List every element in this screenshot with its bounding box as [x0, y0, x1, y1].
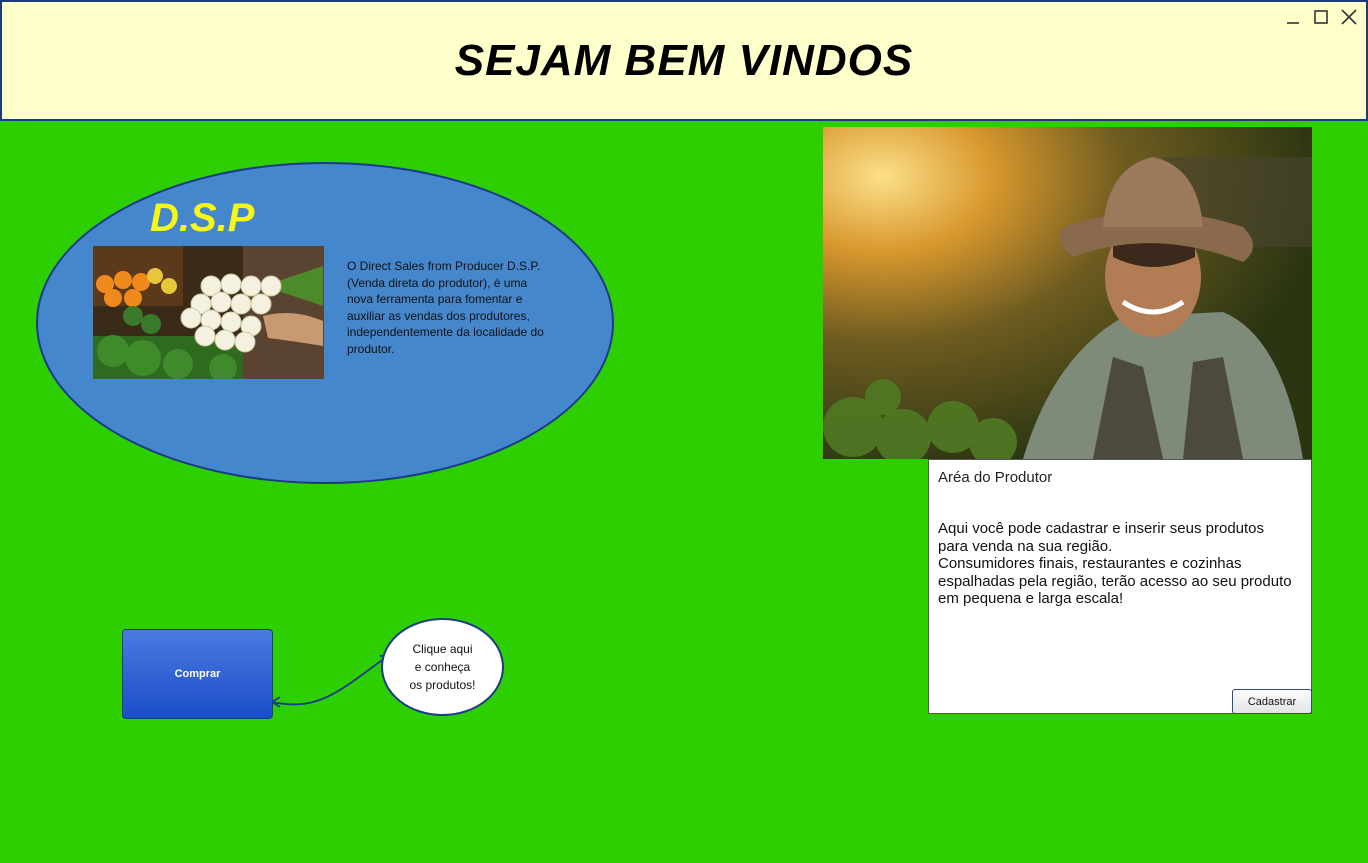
window-controls — [1282, 6, 1360, 28]
dsp-description: O Direct Sales from Producer D.S.P. (Ven… — [347, 259, 544, 356]
close-icon[interactable] — [1338, 6, 1360, 28]
producer-area-panel: Aréa do Produtor Aqui você pode cadastra… — [928, 459, 1312, 714]
minimize-icon[interactable] — [1282, 6, 1304, 28]
producer-area-text: Aqui você pode cadastrar e inserir seus … — [938, 520, 1298, 608]
buy-button[interactable]: Comprar — [122, 629, 273, 719]
bubble-line-2: e conheça — [414, 660, 471, 674]
bubble-line-1: Clique aqui — [412, 642, 473, 656]
dsp-title: D.S.P — [150, 196, 255, 240]
page-title: SEJAM BEM VINDOS — [454, 35, 914, 85]
producer-text-line-2: Consumidores finais, restaurantes e cozi… — [938, 555, 1292, 607]
vegetables-image — [93, 246, 324, 379]
maximize-icon[interactable] — [1310, 6, 1332, 28]
welcome-header: SEJAM BEM VINDOS — [0, 0, 1368, 121]
producer-text-line-1: Aqui você pode cadastrar e inserir seus … — [938, 520, 1265, 555]
farmer-image — [823, 127, 1312, 459]
click-here-bubble: Clique aqui e conheça os produtos! — [381, 618, 504, 716]
bubble-line-3: os produtos! — [409, 678, 476, 692]
producer-area-title: Aréa do Produtor — [938, 469, 1053, 486]
register-button[interactable]: Cadastrar — [1232, 689, 1312, 714]
